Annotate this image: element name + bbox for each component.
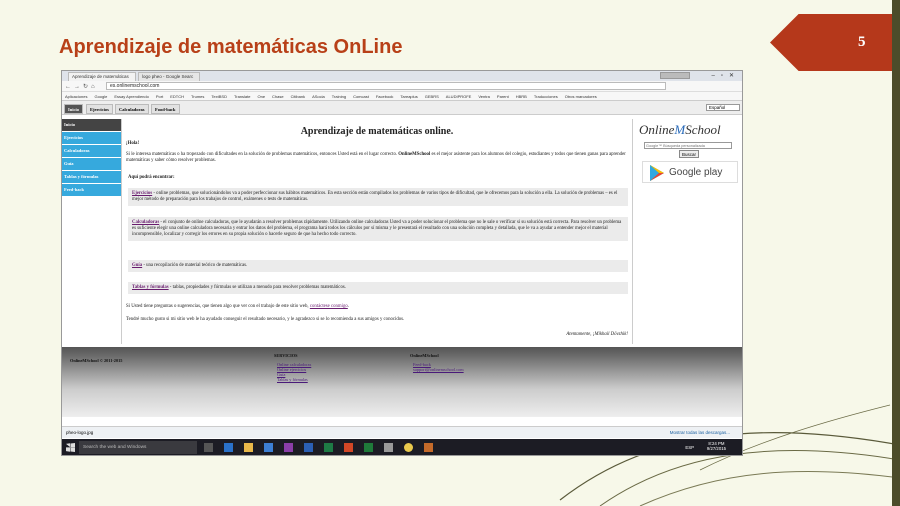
bookmark-item[interactable]: TextBSD	[211, 94, 227, 99]
main-content: Aprendizaje de matemáticas online. ¡Hola…	[121, 119, 633, 344]
word-icon[interactable]	[304, 443, 313, 452]
bookmark-item[interactable]: Otros marcadores	[565, 94, 597, 99]
link-guia[interactable]: Guía	[132, 263, 142, 268]
search-button[interactable]: Buscar	[679, 150, 700, 158]
bookmark-item[interactable]: Essay Aprendiendo	[114, 94, 148, 99]
bookmark-item[interactable]: Training	[332, 94, 346, 99]
slide-number: 5	[858, 34, 866, 50]
footer-services: SERVICIOS Online calculadoras Online eje…	[274, 353, 312, 382]
site-footer: OnlineMSchool © 2011-2015 SERVICIOS Onli…	[62, 347, 742, 417]
download-item[interactable]: pheo-logo.jpg	[66, 430, 93, 435]
link-ejercicios[interactable]: Ejercicios	[132, 191, 152, 196]
sidebar-item-ejercicios[interactable]: Ejercicios	[62, 132, 121, 144]
side-nav: Inicio Ejercicios Calculadoras Guía Tabl…	[62, 119, 121, 197]
topnav-feedback[interactable]: Food-back	[151, 104, 180, 114]
bookmark-item[interactable]: EDTCH	[170, 94, 184, 99]
chrome-icon[interactable]	[404, 443, 413, 452]
bookmark-item[interactable]: Aplicaciones	[65, 94, 87, 99]
bookmark-item[interactable]: Traducciones	[534, 94, 558, 99]
play-store-icon	[650, 165, 664, 181]
bookmark-item[interactable]: ALUDIPROFE	[446, 94, 472, 99]
window-controls[interactable]: –▫✕	[712, 72, 741, 79]
slide-title: Aprendizaje de matemáticas OnLine	[59, 36, 403, 58]
bookmark-item[interactable]: Facebook	[376, 94, 394, 99]
bookmarks-bar: Aplicaciones Google Essay Aprendiendo Port E…	[62, 92, 742, 101]
tab-active[interactable]: Aprendizaje de matemáticas	[68, 72, 136, 81]
slide-right-bar	[892, 0, 900, 506]
powerpoint-icon[interactable]	[344, 443, 353, 452]
sidebar-item-guia[interactable]: Guía	[62, 158, 121, 170]
footer-link[interactable]: Tablas y fórmulas	[277, 377, 311, 382]
show-all-downloads-link[interactable]: Mostrar todas las descargas...	[670, 430, 730, 435]
address-bar-row: ←→↻⌂ es.onlinemschool.com	[62, 81, 742, 92]
tab-strip: Aprendizaje de matemáticas logo pheo - G…	[62, 71, 742, 81]
onenote-icon[interactable]	[284, 443, 293, 452]
closing-paragraph: Tendré mucho gusto si mi sitio web le ha…	[126, 317, 405, 322]
taskbar-lang[interactable]: ESP	[685, 445, 694, 450]
excel-icon[interactable]	[324, 443, 333, 452]
link-tablas[interactable]: Tablas y fórmulas	[132, 285, 169, 290]
taskbar-clock[interactable]: 8:24 PM 9/27/2015	[707, 441, 726, 451]
bookmark-item[interactable]: Ventra	[478, 94, 490, 99]
bookmark-item[interactable]: GEBRS	[425, 94, 439, 99]
app-icon[interactable]	[364, 443, 373, 452]
app-icon-2[interactable]	[424, 443, 433, 452]
taskbar: Search the web and Windows 8:24 PM 9/27/2…	[62, 439, 742, 455]
section-tablas: Tablas y fórmulas - tablas, propiedades …	[128, 282, 628, 294]
taskbar-search[interactable]: Search the web and Windows	[79, 441, 197, 454]
site-search-input[interactable]	[644, 142, 732, 149]
url-input[interactable]: es.onlinemschool.com	[106, 82, 666, 90]
bookmark-item[interactable]: Parent	[497, 94, 509, 99]
bookmark-item[interactable]: Google	[94, 94, 107, 99]
store-icon[interactable]	[264, 443, 273, 452]
signature: Atentamente, ¡Mikhail Dövzhik!	[566, 332, 628, 337]
find-here-heading: Aquí podrá encontrar:	[128, 175, 175, 180]
topnav-inicio[interactable]: Inicio	[64, 104, 84, 114]
greeting: ¡Hola!	[126, 141, 140, 146]
sidebar-item-calculadoras[interactable]: Calculadoras	[62, 145, 121, 157]
topnav-ejercicios[interactable]: Ejercicios	[86, 104, 113, 114]
download-bar: pheo-logo.jpg Mostrar todas las descarga…	[62, 426, 742, 438]
language-select[interactable]: Español	[706, 104, 740, 111]
footer-copyright: OnlineMSchool © 2011-2015	[70, 358, 123, 363]
sidebar-item-tablas[interactable]: Tablas y fórmulas	[62, 171, 121, 183]
footer-link[interactable]: support@onlinemschool.com	[413, 367, 464, 372]
bookmark-item[interactable]: HBRB	[516, 94, 527, 99]
edge-icon[interactable]	[224, 443, 233, 452]
browser-window: Aprendizaje de matemáticas logo pheo - G…	[61, 70, 743, 456]
onlinemschool-logo[interactable]: OnlineMSchool	[639, 122, 721, 138]
section-guia: Guía - una recopilación de material teór…	[128, 260, 628, 272]
bookmark-item[interactable]: Comcast	[353, 94, 369, 99]
tab-google-search[interactable]: logo pheo - Google Searc	[138, 72, 200, 81]
sidebar-item-inicio[interactable]: Inicio	[62, 119, 121, 131]
sidebar-item-feedback[interactable]: Feed-back	[62, 184, 121, 196]
folder-icon[interactable]	[244, 443, 253, 452]
google-play-label: Google play	[669, 167, 723, 178]
bookmark-item[interactable]: Translate	[234, 94, 251, 99]
intro-paragraph: Si le interesa matemáticas o ha tropezad…	[126, 152, 626, 163]
section-calculadoras: Calculadoras - el conjunto de online cal…	[128, 217, 628, 241]
site-top-nav: Inicio Ejercicios Calculadoras Food-back…	[62, 101, 742, 115]
bookmark-item[interactable]: Chase	[272, 94, 284, 99]
calculator-icon[interactable]	[384, 443, 393, 452]
footer-contacts: OnlineMSchool Feed-back support@onlinems…	[410, 353, 464, 372]
task-view-icon[interactable]	[204, 443, 213, 452]
link-calculadoras[interactable]: Calculadoras	[132, 220, 159, 225]
bookmark-item[interactable]: ASocia	[312, 94, 325, 99]
contact-paragraph: Si Usted tiene preguntas o sugerencias, …	[126, 304, 349, 309]
windows-start-icon[interactable]	[66, 443, 75, 452]
bookmark-item[interactable]: One	[257, 94, 265, 99]
bookmark-item[interactable]: Trumes	[191, 94, 204, 99]
contact-link[interactable]: contáctese conmigo	[310, 304, 348, 309]
nav-buttons[interactable]: ←→↻⌂	[65, 83, 98, 90]
user-badge[interactable]	[660, 72, 690, 79]
page-title: Aprendizaje de matemáticas online.	[300, 126, 454, 137]
topnav-calculadoras[interactable]: Calculadoras	[115, 104, 149, 114]
bookmark-item[interactable]: Citibank	[291, 94, 305, 99]
bookmark-item[interactable]: Tareaplus	[400, 94, 417, 99]
right-sidebar: OnlineMSchool Buscar Google play	[633, 119, 742, 344]
google-play-badge[interactable]: Google play	[642, 161, 738, 183]
bookmark-item[interactable]: Port	[156, 94, 163, 99]
section-ejercicios: Ejercicios - online problemas, que soluc…	[128, 188, 628, 206]
